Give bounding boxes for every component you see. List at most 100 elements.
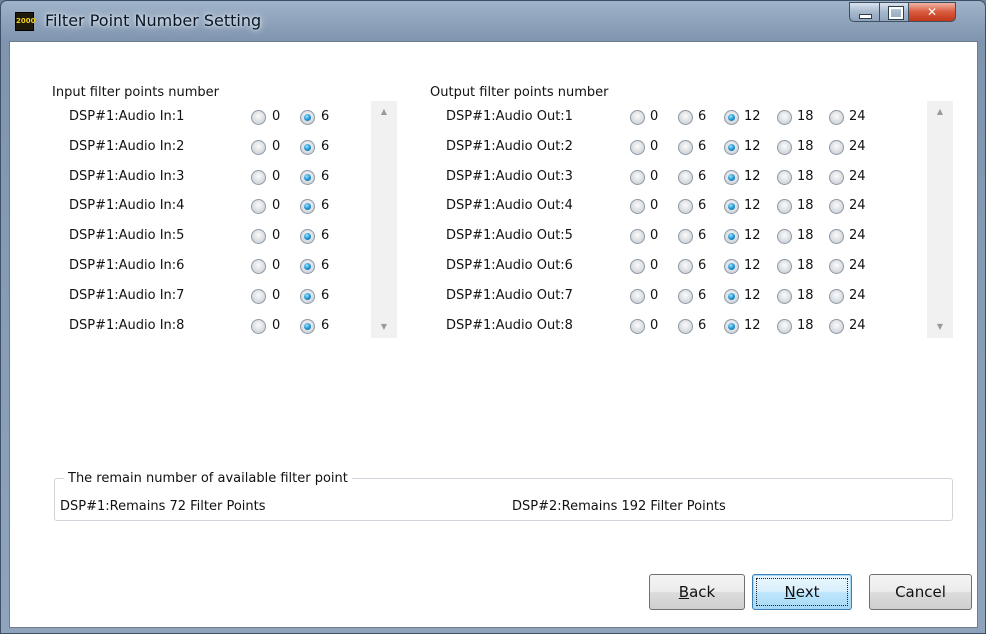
- output_section-radio-6[interactable]: [678, 229, 693, 244]
- output_section-radio-18[interactable]: [777, 229, 792, 244]
- output_section-radio-label[interactable]: 18: [797, 198, 814, 213]
- output_section-radio-12[interactable]: [724, 110, 739, 125]
- output_section-radio-6[interactable]: [678, 259, 693, 274]
- output_section-radio-label[interactable]: 0: [650, 198, 658, 213]
- input_section-radio-label[interactable]: 0: [272, 318, 280, 333]
- input_section-radio-6[interactable]: [300, 170, 315, 185]
- output_section-radio-label[interactable]: 0: [650, 169, 658, 184]
- output_section-radio-6[interactable]: [678, 319, 693, 334]
- input_section-radio-0[interactable]: [251, 259, 266, 274]
- output_section-radio-18[interactable]: [777, 140, 792, 155]
- output_section-radio-18[interactable]: [777, 170, 792, 185]
- output_section-radio-18[interactable]: [777, 110, 792, 125]
- output_section-radio-18[interactable]: [777, 289, 792, 304]
- input_section-radio-0[interactable]: [251, 140, 266, 155]
- input_section-radio-label[interactable]: 6: [321, 139, 329, 154]
- output_section-radio-24[interactable]: [829, 289, 844, 304]
- output_section-radio-label[interactable]: 6: [698, 169, 706, 184]
- output_section-radio-6[interactable]: [678, 289, 693, 304]
- output_section-radio-0[interactable]: [630, 319, 645, 334]
- output_section-radio-24[interactable]: [829, 319, 844, 334]
- maximize-button[interactable]: [879, 2, 909, 22]
- output_section-radio-label[interactable]: 0: [650, 139, 658, 154]
- output_section-radio-label[interactable]: 0: [650, 258, 658, 273]
- output_section-radio-24[interactable]: [829, 110, 844, 125]
- output_section-radio-12[interactable]: [724, 289, 739, 304]
- output_section-radio-0[interactable]: [630, 289, 645, 304]
- output_section-radio-label[interactable]: 12: [744, 288, 761, 303]
- output_section-radio-label[interactable]: 18: [797, 258, 814, 273]
- output-scrollbar[interactable]: ▲ ▼: [927, 101, 953, 338]
- output_section-radio-12[interactable]: [724, 259, 739, 274]
- input_section-radio-label[interactable]: 0: [272, 228, 280, 243]
- output_section-radio-label[interactable]: 6: [698, 139, 706, 154]
- output_section-radio-6[interactable]: [678, 170, 693, 185]
- app-icon[interactable]: 2000: [15, 12, 35, 31]
- output_section-radio-label[interactable]: 6: [698, 198, 706, 213]
- output_section-radio-24[interactable]: [829, 199, 844, 214]
- cancel-button[interactable]: Cancel: [869, 574, 972, 610]
- input_section-radio-label[interactable]: 6: [321, 169, 329, 184]
- output_section-radio-12[interactable]: [724, 199, 739, 214]
- output_section-radio-label[interactable]: 24: [849, 258, 866, 273]
- input_section-radio-label[interactable]: 6: [321, 198, 329, 213]
- output_section-radio-12[interactable]: [724, 140, 739, 155]
- output_section-radio-6[interactable]: [678, 140, 693, 155]
- output_section-radio-label[interactable]: 0: [650, 228, 658, 243]
- output_section-radio-label[interactable]: 12: [744, 198, 761, 213]
- output_section-radio-label[interactable]: 0: [650, 288, 658, 303]
- input_section-radio-0[interactable]: [251, 229, 266, 244]
- output_section-radio-0[interactable]: [630, 140, 645, 155]
- input_section-radio-label[interactable]: 0: [272, 169, 280, 184]
- output_section-radio-6[interactable]: [678, 199, 693, 214]
- output_section-radio-0[interactable]: [630, 229, 645, 244]
- output_section-radio-24[interactable]: [829, 140, 844, 155]
- input_section-radio-6[interactable]: [300, 289, 315, 304]
- output_section-radio-label[interactable]: 12: [744, 109, 761, 124]
- output_section-radio-label[interactable]: 24: [849, 318, 866, 333]
- output_section-radio-label[interactable]: 18: [797, 318, 814, 333]
- output_section-radio-24[interactable]: [829, 170, 844, 185]
- input_section-radio-label[interactable]: 0: [272, 109, 280, 124]
- title-bar[interactable]: 2000 Filter Point Number Setting ✕: [1, 1, 985, 41]
- input_section-radio-label[interactable]: 6: [321, 258, 329, 273]
- input_section-radio-6[interactable]: [300, 140, 315, 155]
- output_section-radio-0[interactable]: [630, 170, 645, 185]
- scroll-down-icon[interactable]: ▼: [371, 322, 397, 331]
- output_section-radio-18[interactable]: [777, 319, 792, 334]
- output_section-radio-label[interactable]: 6: [698, 288, 706, 303]
- output_section-radio-label[interactable]: 12: [744, 228, 761, 243]
- output_section-radio-label[interactable]: 24: [849, 139, 866, 154]
- output_section-radio-label[interactable]: 24: [849, 198, 866, 213]
- back-button[interactable]: Back: [649, 574, 745, 610]
- output_section-radio-18[interactable]: [777, 199, 792, 214]
- input_section-radio-6[interactable]: [300, 259, 315, 274]
- output_section-radio-0[interactable]: [630, 199, 645, 214]
- input_section-radio-6[interactable]: [300, 229, 315, 244]
- input_section-radio-0[interactable]: [251, 289, 266, 304]
- output_section-radio-label[interactable]: 24: [849, 228, 866, 243]
- output_section-radio-label[interactable]: 12: [744, 139, 761, 154]
- output_section-radio-12[interactable]: [724, 319, 739, 334]
- input_section-radio-0[interactable]: [251, 110, 266, 125]
- output_section-radio-label[interactable]: 18: [797, 139, 814, 154]
- output_section-radio-label[interactable]: 6: [698, 228, 706, 243]
- input_section-radio-6[interactable]: [300, 319, 315, 334]
- output_section-radio-label[interactable]: 6: [698, 318, 706, 333]
- input_section-radio-label[interactable]: 0: [272, 198, 280, 213]
- output_section-radio-label[interactable]: 0: [650, 318, 658, 333]
- next-button[interactable]: Next: [752, 574, 852, 610]
- output_section-radio-label[interactable]: 12: [744, 258, 761, 273]
- output_section-radio-12[interactable]: [724, 170, 739, 185]
- scroll-down-icon[interactable]: ▼: [927, 322, 953, 331]
- input_section-radio-0[interactable]: [251, 319, 266, 334]
- output_section-radio-label[interactable]: 0: [650, 109, 658, 124]
- input_section-radio-6[interactable]: [300, 110, 315, 125]
- input_section-radio-0[interactable]: [251, 170, 266, 185]
- output_section-radio-18[interactable]: [777, 259, 792, 274]
- input_section-radio-label[interactable]: 0: [272, 139, 280, 154]
- scroll-up-icon[interactable]: ▲: [927, 107, 953, 116]
- output_section-radio-0[interactable]: [630, 110, 645, 125]
- output_section-radio-label[interactable]: 18: [797, 109, 814, 124]
- output_section-radio-24[interactable]: [829, 259, 844, 274]
